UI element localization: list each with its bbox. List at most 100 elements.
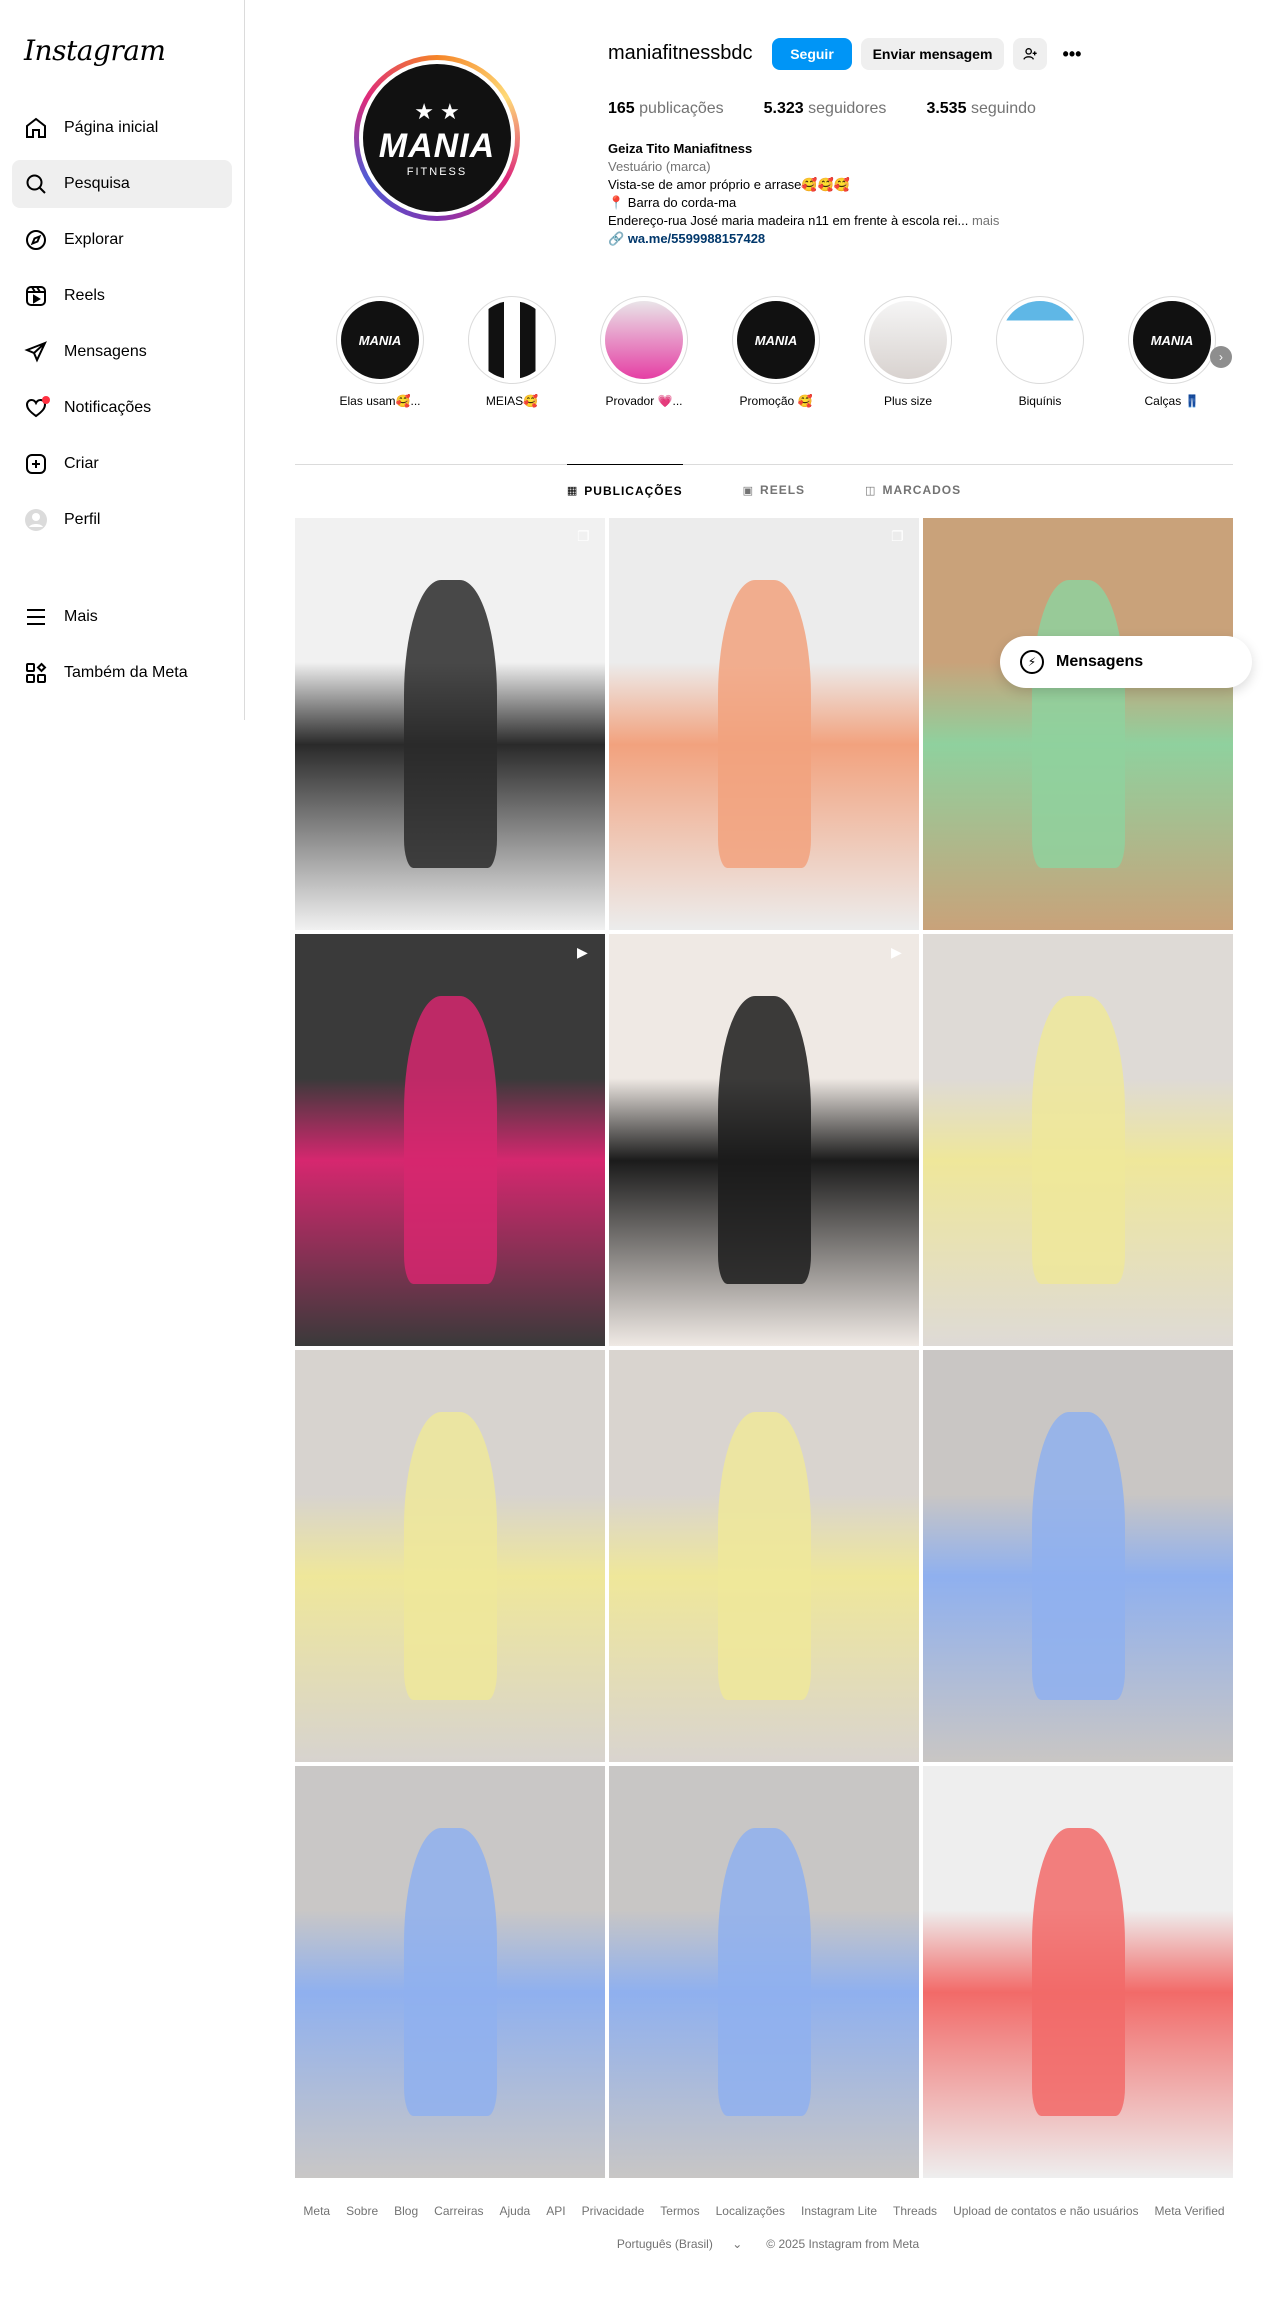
tab-tagged[interactable]: ◫ MARCADOS — [865, 464, 961, 516]
highlight-item[interactable]: MEIAS🥰 — [462, 296, 562, 408]
highlight-label: Plus size — [883, 394, 933, 408]
bio-more-link[interactable]: mais — [972, 213, 999, 228]
post-thumbnail[interactable] — [295, 1766, 605, 2178]
sidebar-item-messages[interactable]: Mensagens — [12, 328, 232, 376]
footer-link[interactable]: Threads — [893, 2204, 937, 2218]
sidebar-item-reels[interactable]: Reels — [12, 272, 232, 320]
sidebar-item-profile[interactable]: Perfil — [12, 496, 232, 544]
chevron-right-icon: › — [1219, 350, 1223, 364]
suggest-similar-button[interactable] — [1013, 38, 1047, 70]
highlights-next-button[interactable]: › — [1210, 346, 1232, 368]
highlight-item[interactable]: Provador 💗... — [594, 296, 694, 408]
footer-link[interactable]: Localizações — [716, 2204, 785, 2218]
footer-link[interactable]: Blog — [394, 2204, 418, 2218]
highlight-label: Provador 💗... — [605, 394, 683, 408]
highlight-item[interactable]: MANIA Promoção 🥰 — [726, 296, 826, 408]
chevron-down-icon: ⌄ — [732, 2237, 743, 2251]
posts-grid: ❐ ❐ ▶ ▶ — [295, 518, 1233, 2178]
post-thumbnail[interactable] — [295, 1350, 605, 1762]
compass-icon — [24, 228, 48, 252]
post-thumbnail[interactable] — [923, 518, 1233, 930]
highlight-item[interactable]: Biquínis — [990, 296, 1090, 408]
followers-stat[interactable]: 5.323 seguidores — [764, 100, 887, 118]
footer-link[interactable]: Ajuda — [500, 2204, 531, 2218]
instagram-logo[interactable]: Instagram — [24, 34, 166, 67]
post-subject — [1031, 579, 1125, 869]
sidebar-item-label: Perfil — [64, 511, 101, 528]
post-subject — [403, 579, 497, 869]
post-thumbnail[interactable] — [609, 1350, 919, 1762]
reels-icon: ▣ — [742, 484, 755, 497]
highlight-item[interactable]: Plus size — [858, 296, 958, 408]
following-stat[interactable]: 3.535 seguindo — [926, 100, 1035, 118]
reel-icon: ▶ — [577, 944, 588, 960]
post-thumbnail[interactable] — [923, 1766, 1233, 2178]
bio-link[interactable]: wa.me/5599988157428 — [628, 231, 765, 246]
sidebar: Instagram Página inicial Pesquisa Explor… — [0, 0, 245, 720]
highlight-thumbnail: MANIA — [1133, 301, 1211, 379]
carousel-icon: ❐ — [577, 528, 590, 544]
post-thumbnail[interactable] — [923, 934, 1233, 1346]
sidebar-item-more[interactable]: Mais — [12, 593, 232, 641]
footer-link[interactable]: Upload de contatos e não usuários — [953, 2204, 1138, 2218]
post-thumbnail[interactable]: ▶ — [295, 934, 605, 1346]
highlight-thumbnail — [605, 301, 683, 379]
post-subject — [717, 1411, 811, 1701]
highlight-item[interactable]: MANIA Calças 👖 — [1122, 296, 1222, 408]
follow-button[interactable]: Seguir — [772, 38, 852, 70]
carousel-icon: ❐ — [891, 528, 904, 544]
footer-link[interactable]: Meta — [303, 2204, 330, 2218]
post-subject — [717, 995, 811, 1285]
tab-posts[interactable]: ▦ PUBLICAÇÕES — [566, 464, 683, 516]
footer-link[interactable]: Privacidade — [582, 2204, 645, 2218]
sidebar-item-label: Reels — [64, 287, 105, 304]
send-message-button[interactable]: Enviar mensagem — [861, 38, 1004, 70]
highlight-label: Calças 👖 — [1144, 394, 1200, 408]
sidebar-item-label: Mensagens — [64, 343, 147, 360]
search-icon — [24, 172, 48, 196]
footer-link[interactable]: Carreiras — [434, 2204, 483, 2218]
footer-link[interactable]: Meta Verified — [1155, 2204, 1225, 2218]
sidebar-item-explore[interactable]: Explorar — [12, 216, 232, 264]
grid-icon: ▦ — [566, 485, 579, 497]
floating-messages-button[interactable]: ⚡ Mensagens — [1000, 636, 1252, 688]
footer-link[interactable]: Sobre — [346, 2204, 378, 2218]
sidebar-item-create[interactable]: Criar — [12, 440, 232, 488]
bio-link-row: 🔗 wa.me/5599988157428 — [608, 230, 1068, 248]
sidebar-item-label: Explorar — [64, 231, 124, 248]
post-thumbnail[interactable]: ❐ — [295, 518, 605, 930]
post-subject — [403, 1411, 497, 1701]
more-options-button[interactable]: ••• — [1058, 38, 1086, 70]
footer-link[interactable]: Termos — [660, 2204, 699, 2218]
tab-reels[interactable]: ▣ REELS — [743, 464, 805, 516]
highlight-label: Biquínis — [1018, 394, 1062, 408]
plus-icon — [24, 452, 48, 476]
highlight-label: MEIAS🥰 — [485, 394, 539, 408]
add-person-icon — [1023, 48, 1037, 60]
bio-line: Endereço-rua José maria madeira n11 em f… — [608, 213, 1000, 228]
post-thumbnail[interactable]: ▶ — [609, 934, 919, 1346]
avatar-brand-text: MANIA — [378, 126, 496, 165]
profile-category: Vestuário (marca) — [608, 159, 711, 174]
post-subject — [717, 579, 811, 869]
profile-tabs: ▦ PUBLICAÇÕES ▣ REELS ◫ MARCADOS — [295, 464, 1233, 516]
post-thumbnail[interactable]: ❐ — [609, 518, 919, 930]
sidebar-item-also-from-meta[interactable]: Também da Meta — [12, 649, 232, 697]
profile-avatar[interactable]: ★ ★ MANIA FITNESS — [354, 55, 520, 221]
sidebar-item-home[interactable]: Página inicial — [12, 104, 232, 152]
highlight-item[interactable]: MANIA Elas usam🥰... — [330, 296, 430, 408]
sidebar-item-search[interactable]: Pesquisa — [12, 160, 232, 208]
heart-icon — [24, 396, 50, 420]
highlight-thumbnail — [869, 301, 947, 379]
tagged-icon: ◫ — [865, 484, 877, 497]
language-selector[interactable]: Português (Brasil) ⌄ — [609, 2237, 750, 2251]
highlight-thumbnail — [1001, 301, 1079, 379]
post-thumbnail[interactable] — [923, 1350, 1233, 1762]
avatar-icon — [24, 508, 48, 532]
post-thumbnail[interactable] — [609, 1766, 919, 2178]
footer-link[interactable]: API — [546, 2204, 565, 2218]
meta-apps-icon — [24, 661, 48, 685]
post-subject — [403, 995, 497, 1285]
footer-link[interactable]: Instagram Lite — [801, 2204, 877, 2218]
sidebar-item-notifications[interactable]: Notificações — [12, 384, 232, 432]
